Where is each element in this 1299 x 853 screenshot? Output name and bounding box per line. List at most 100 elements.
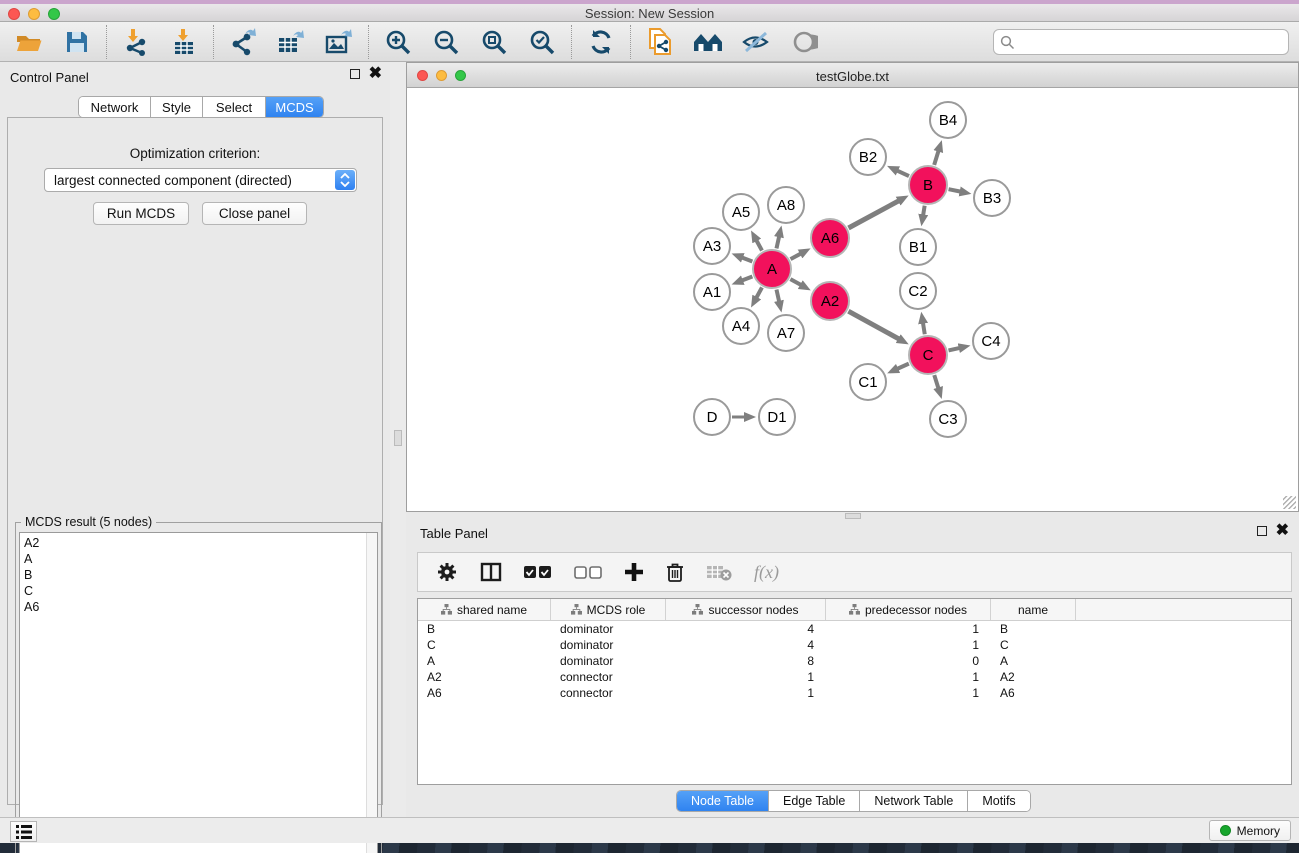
close-panel-button[interactable]: Close panel [202, 202, 307, 225]
graph-node-B3[interactable]: B3 [973, 179, 1011, 217]
graph-edge-B-B4[interactable] [934, 151, 938, 165]
graph-edge-A-A8[interactable] [776, 236, 779, 248]
column-header-name[interactable]: name [991, 599, 1076, 620]
new-network-from-selection-button[interactable] [643, 26, 677, 58]
vertical-splitter[interactable] [390, 62, 406, 817]
delete-columns-button[interactable] [666, 557, 684, 587]
open-session-button[interactable] [12, 26, 46, 58]
mcds-result-item[interactable]: A6 [24, 599, 363, 615]
graph-node-B4[interactable]: B4 [929, 101, 967, 139]
delete-table-button[interactable] [706, 557, 732, 587]
table-row[interactable]: Adominator80A [418, 653, 1291, 669]
function-builder-button[interactable]: f(x) [754, 557, 779, 587]
tab-node-table[interactable]: Node Table [677, 791, 769, 811]
zoom-out-button[interactable] [429, 26, 463, 58]
zoom-in-button[interactable] [381, 26, 415, 58]
resize-grip[interactable] [1283, 496, 1296, 509]
tab-mcds[interactable]: MCDS [266, 97, 323, 117]
mcds-result-list[interactable]: A2ABCA6 [19, 532, 378, 853]
column-header-MCDS-role[interactable]: MCDS role [551, 599, 666, 620]
search-input[interactable] [1019, 35, 1282, 50]
graph-edge-B-B3[interactable] [949, 189, 961, 191]
import-table-button[interactable] [167, 26, 201, 58]
run-mcds-button[interactable]: Run MCDS [93, 202, 189, 225]
home-button[interactable] [691, 26, 725, 58]
tab-network[interactable]: Network [79, 97, 151, 117]
graph-node-A4[interactable]: A4 [722, 307, 760, 345]
graph-edge-A-A7[interactable] [776, 290, 779, 302]
memory-button[interactable]: Memory [1209, 820, 1291, 841]
export-table-button[interactable] [274, 26, 308, 58]
graph-edge-A6-B[interactable] [848, 201, 899, 228]
graph-edge-B-B2[interactable] [897, 171, 909, 177]
horizontal-splitter-handle[interactable] [845, 513, 861, 519]
select-all-columns-button[interactable] [524, 557, 552, 587]
graph-edge-A-A6[interactable] [791, 254, 801, 260]
graph-node-A[interactable]: A [752, 249, 792, 289]
graph-edge-C-C2[interactable] [923, 323, 925, 335]
graph-edge-A-A5[interactable] [756, 240, 762, 250]
column-header-shared-name[interactable]: shared name [418, 599, 551, 620]
graph-edge-A2-C[interactable] [848, 311, 899, 339]
graph-node-B2[interactable]: B2 [849, 138, 887, 176]
graph-node-D1[interactable]: D1 [758, 398, 796, 436]
vertical-splitter-handle[interactable] [394, 430, 402, 446]
tab-edge-table[interactable]: Edge Table [769, 791, 860, 811]
graph-node-C3[interactable]: C3 [929, 400, 967, 438]
graph-node-A7[interactable]: A7 [767, 314, 805, 352]
toggle-column-view-button[interactable] [480, 557, 502, 587]
table-row[interactable]: A2connector11A2 [418, 669, 1291, 685]
result-list-scrollbar[interactable] [366, 533, 377, 853]
zoom-selected-button[interactable] [525, 26, 559, 58]
tab-motifs[interactable]: Motifs [968, 791, 1029, 811]
optimization-criterion-select[interactable]: largest connected component (directed) [44, 168, 357, 192]
export-network-button[interactable] [226, 26, 260, 58]
graph-node-D[interactable]: D [693, 398, 731, 436]
unselect-all-columns-button[interactable] [574, 557, 602, 587]
zoom-fit-button[interactable] [477, 26, 511, 58]
save-session-button[interactable] [60, 26, 94, 58]
search-box[interactable] [993, 29, 1289, 55]
graph-node-A8[interactable]: A8 [767, 186, 805, 224]
graph-node-C4[interactable]: C4 [972, 322, 1010, 360]
export-image-button[interactable] [322, 26, 356, 58]
graph-node-A3[interactable]: A3 [693, 227, 731, 265]
mcds-result-item[interactable]: A [24, 551, 363, 567]
table-close-icon[interactable]: ✖ [1276, 526, 1289, 536]
tab-select[interactable]: Select [203, 97, 266, 117]
graph-node-C1[interactable]: C1 [849, 363, 887, 401]
table-row[interactable]: A6connector11A6 [418, 685, 1291, 701]
graph-node-A2[interactable]: A2 [810, 281, 850, 321]
graph-edge-C-C4[interactable] [948, 348, 959, 351]
graph-node-B[interactable]: B [908, 165, 948, 205]
table-settings-button[interactable] [436, 557, 458, 587]
graph-edge-C-C1[interactable] [897, 364, 909, 369]
close-panel-icon[interactable]: ✖ [369, 69, 382, 79]
graph-node-C[interactable]: C [908, 335, 948, 375]
graph-node-B1[interactable]: B1 [899, 228, 937, 266]
graph-node-A6[interactable]: A6 [810, 218, 850, 258]
mcds-result-item[interactable]: A2 [24, 535, 363, 551]
graph-edge-C-C3[interactable] [934, 375, 938, 388]
network-window-titlebar[interactable]: testGlobe.txt [406, 62, 1299, 88]
tab-network-table[interactable]: Network Table [860, 791, 968, 811]
graph-node-C2[interactable]: C2 [899, 272, 937, 310]
show-graphics-details-button[interactable] [787, 26, 821, 58]
import-network-button[interactable] [119, 26, 153, 58]
graph-edge-B-B1[interactable] [923, 206, 925, 216]
graph-edge-A-A3[interactable] [742, 257, 753, 261]
mcds-result-item[interactable]: B [24, 567, 363, 583]
column-header-successor-nodes[interactable]: successor nodes [666, 599, 826, 620]
show-task-history-button[interactable] [10, 821, 37, 842]
float-panel-icon[interactable] [350, 69, 360, 79]
graph-edge-A-A2[interactable] [790, 279, 801, 285]
hide-details-button[interactable] [739, 26, 773, 58]
network-canvas[interactable]: AA1A2A3A4A5A6A7A8BB1B2B3B4CC1C2C3C4DD1 [406, 88, 1299, 512]
graph-edge-A-A1[interactable] [742, 277, 753, 281]
refresh-button[interactable] [584, 26, 618, 58]
table-float-icon[interactable] [1257, 526, 1267, 536]
column-header-predecessor-nodes[interactable]: predecessor nodes [826, 599, 991, 620]
mcds-result-item[interactable]: C [24, 583, 363, 599]
graph-edge-A-A4[interactable] [756, 287, 762, 297]
table-row[interactable]: Bdominator41B [418, 621, 1291, 637]
